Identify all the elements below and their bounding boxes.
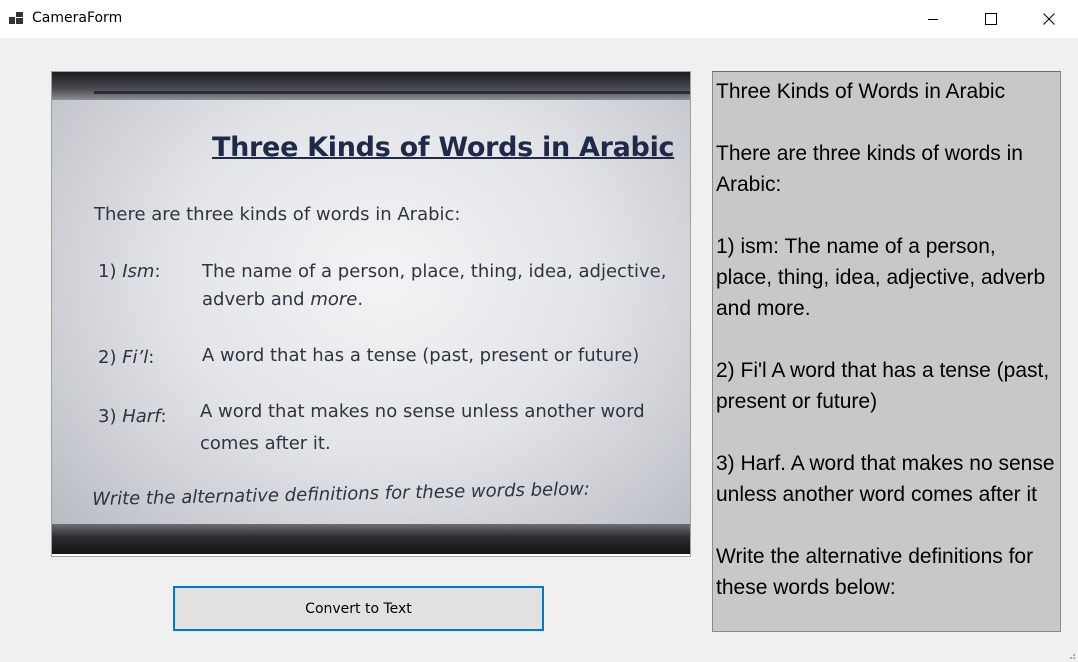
- slide-item-definition: A word that has a tense (past, present o…: [202, 345, 640, 366]
- camera-preview: Three Kinds of Words in Arabic There are…: [51, 71, 691, 557]
- camera-top-edge: [52, 72, 690, 100]
- maximize-button[interactable]: [962, 0, 1020, 38]
- slide-item-definition: A word that makes no sense unless anothe…: [200, 401, 645, 422]
- window-title: CameraForm: [32, 10, 123, 26]
- slide-rule-line: [94, 91, 690, 94]
- slide-footer: Write the alternative definitions for th…: [92, 478, 591, 510]
- slide-item-number: 3) Harf:: [98, 406, 167, 427]
- close-button[interactable]: [1020, 0, 1078, 38]
- close-icon: [1043, 13, 1055, 25]
- resize-grip-icon[interactable]: [1066, 650, 1076, 660]
- title-bar: CameraForm: [0, 0, 1078, 39]
- slide-item-number: 2) Fi’l:: [98, 347, 155, 368]
- minimize-button[interactable]: [904, 0, 962, 38]
- slide-item-definition: The name of a person, place, thing, idea…: [202, 261, 667, 282]
- camera-image: Three Kinds of Words in Arabic There are…: [52, 72, 690, 554]
- slide-item-definition: adverb and more.: [202, 289, 364, 310]
- convert-to-text-button[interactable]: Convert to Text: [173, 586, 544, 631]
- maximize-icon: [985, 13, 997, 25]
- ocr-output-text: Three Kinds of Words in Arabic There are…: [716, 80, 1055, 599]
- slide-intro: There are three kinds of words in Arabic…: [94, 204, 461, 225]
- ocr-output-textbox[interactable]: Three Kinds of Words in Arabic There are…: [712, 71, 1061, 632]
- slide-item-definition: comes after it.: [200, 433, 331, 454]
- slide-item-number: 1) Ism:: [98, 261, 161, 282]
- app-icon: [9, 12, 23, 26]
- minimize-icon: [928, 19, 938, 20]
- slide-title: Three Kinds of Words in Arabic: [212, 132, 675, 163]
- camera-bottom-edge: [52, 524, 690, 554]
